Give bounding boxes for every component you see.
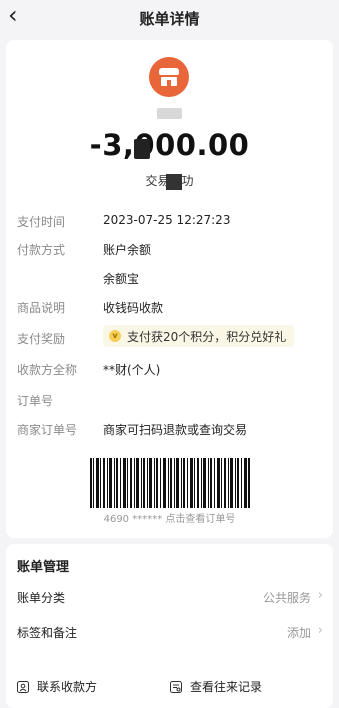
reward-label: 支付奖励 [17,332,66,346]
pay-method-label: 付款方式 [17,243,66,257]
records-icon [170,680,182,693]
bill-category-value: 公共服务 [262,591,311,605]
bill-category-label: 账单分类 [17,591,66,605]
reward-text: 支付获20个积分，积分兑好礼 [127,329,287,344]
points-coin-icon: v [109,330,121,342]
merchant-order-value: 商家可扫码退款或查询交易 [103,423,248,437]
pay-method-value-2: 余额宝 [103,272,140,286]
payee-label: 收款方全称 [17,363,78,377]
bill-category-row[interactable]: 账单分类 公共服务 › [17,588,323,609]
section-title: 账单管理 [17,560,70,575]
top-nav-bar: ‹ 账单详情 [0,0,339,34]
bill-management-card: 账单管理 账单分类 公共服务 › 标签和备注 添加 › 联系收款方 查看往来记录 [6,544,333,708]
order-label: 订单号 [17,394,54,408]
contact-payee-button[interactable]: 联系收款方 [17,678,97,695]
pay-time-label: 支付时间 [17,215,66,229]
redaction-mark [134,139,150,159]
transaction-amount: -3,000.00 [89,128,250,162]
redaction-mark [166,174,182,190]
bill-detail-card: ■■ -3,000.00 交易成功 支付时间 2023-07-25 12:27:… [6,40,333,538]
pay-method-value: 账户余额 [103,243,152,257]
tags-notes-row[interactable]: 标签和备注 添加 › [17,623,323,644]
tags-notes-label: 标签和备注 [17,626,78,640]
contact-icon [17,680,29,693]
reward-badge[interactable]: v 支付获20个积分，积分兑好礼 [103,325,295,347]
chevron-right-icon: › [317,623,323,638]
view-history-button[interactable]: 查看往来记录 [170,678,262,695]
product-label: 商品说明 [17,301,66,315]
payee-value: **财(个人) [103,363,161,377]
merchant-name: ■■ [157,108,182,119]
barcode[interactable] [90,458,250,508]
pay-time-value: 2023-07-25 12:27:23 [103,213,231,227]
shop-icon [149,57,189,97]
product-value: 收钱码收款 [103,301,164,315]
chevron-right-icon: › [317,588,323,603]
contact-payee-label: 联系收款方 [37,680,98,694]
tags-notes-value: 添加 [286,626,311,640]
barcode-caption[interactable]: 4690 ****** 点击查看订单号 [6,510,333,525]
merchant-order-label: 商家订单号 [17,423,78,437]
view-history-label: 查看往来记录 [190,680,263,694]
page-title: 账单详情 [139,10,200,28]
